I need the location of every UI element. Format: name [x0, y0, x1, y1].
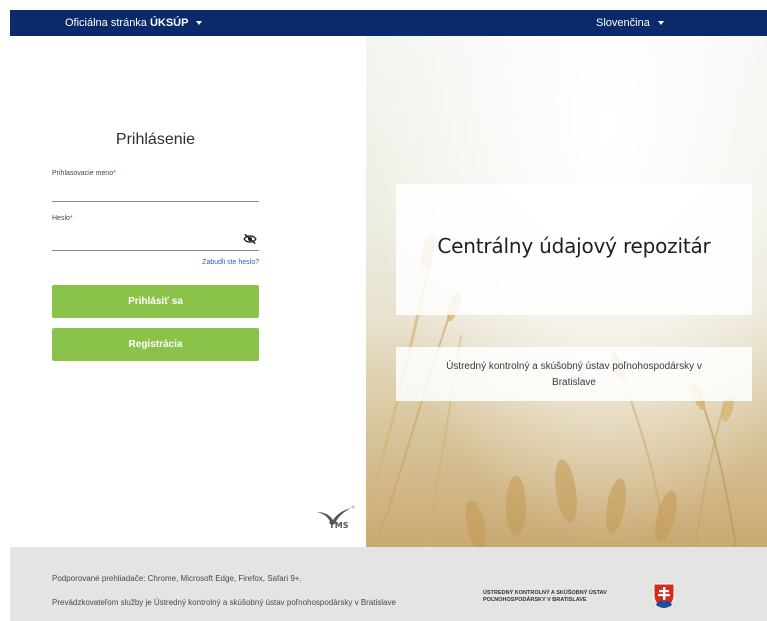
hero-subtitle-card: Ústredný kontrolný a skúšobný ústav poľn… [396, 347, 752, 401]
yms-logo-icon: YMS [317, 505, 355, 530]
svg-text:YMS: YMS [328, 521, 349, 530]
service-operator-text: Prevádzkovateľom služby je Ústredný kont… [52, 598, 396, 607]
username-input[interactable] [52, 184, 232, 200]
password-underline [52, 250, 259, 251]
language-label: Slovenčina [596, 17, 650, 29]
hero-subtitle: Ústredný kontrolný a skúšobný ústav poľn… [446, 361, 702, 388]
official-site-label: Oficiálna stránka [65, 17, 147, 29]
hero-title-card: Centrálny údajový repozitár [396, 184, 752, 315]
chevron-down-icon [196, 21, 203, 25]
top-bar: Oficiálna stránka ÚKSÚP Slovenčina [10, 10, 767, 36]
hero-image: Centrálny údajový repozitár Ústredný kon… [366, 36, 767, 547]
footer: Podporované prehliadače: Chrome, Microso… [10, 547, 767, 621]
supported-browsers-text: Podporované prehliadače: Chrome, Microso… [52, 574, 302, 583]
official-site-dropdown[interactable]: Oficiálna stránka ÚKSÚP [65, 10, 203, 36]
password-input[interactable] [52, 231, 232, 247]
password-label: Heslo* [52, 215, 73, 222]
footer-org-logo: ÚSTREDNÝ KONTROLNÝ A SKÚŠOBNÝ ÚSTAV POĽN… [483, 590, 607, 603]
username-underline [52, 201, 259, 202]
register-button[interactable]: Registrácia [52, 328, 259, 361]
login-title: Prihlásenie [115, 131, 196, 148]
slovak-coat-of-arms-icon [653, 583, 675, 609]
login-page: Oficiálna stránka ÚKSÚP Slovenčina Prihl… [10, 10, 767, 621]
eye-off-icon[interactable] [243, 233, 257, 245]
login-panel: Prihlásenie Prihlasovacie meno* Heslo* Z… [10, 36, 366, 547]
official-site-org: ÚKSÚP [149, 17, 189, 29]
hero-title: Centrálny údajový repozitár [437, 234, 711, 258]
password-field[interactable]: Heslo* [52, 215, 259, 251]
chevron-down-icon [657, 21, 664, 25]
login-button[interactable]: Prihlásiť sa [52, 285, 259, 318]
username-label: Prihlasovacie meno* [52, 170, 116, 177]
language-dropdown[interactable]: Slovenčina [596, 10, 664, 36]
forgot-password-link[interactable]: Zabudli ste heslo? [52, 259, 259, 266]
username-field[interactable]: Prihlasovacie meno* [52, 170, 259, 202]
